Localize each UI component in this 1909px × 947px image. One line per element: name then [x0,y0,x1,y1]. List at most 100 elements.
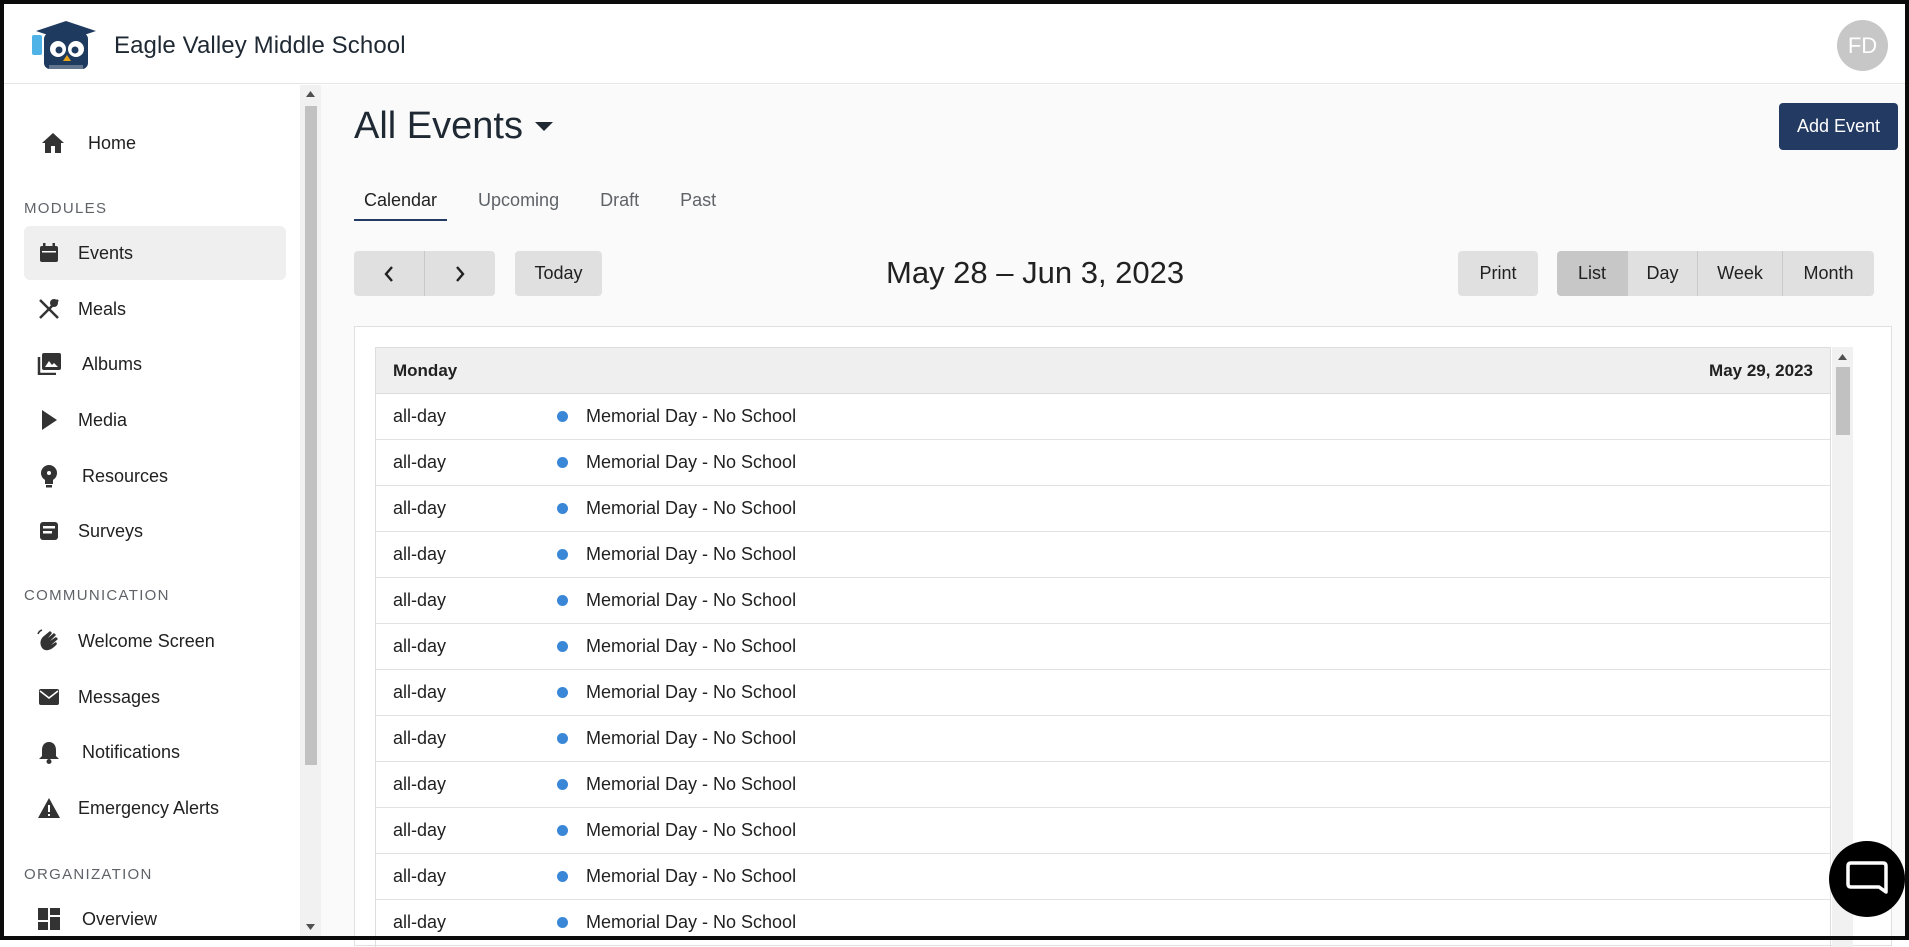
day-header: Monday May 29, 2023 [376,348,1830,394]
sidebar-item-media[interactable]: Media [24,393,286,447]
event-time: all-day [393,636,447,656]
view-list-button[interactable]: List [1557,251,1627,296]
survey-icon [36,518,62,544]
event-row[interactable]: all-day Memorial Day - No School [376,900,1830,946]
event-title[interactable]: Memorial Day - No School [586,636,796,657]
envelope-icon [36,684,62,710]
school-name[interactable]: Eagle Valley Middle School [114,32,406,60]
view-month-button[interactable]: Month [1782,251,1874,296]
sidebar-item-surveys[interactable]: Surveys [24,504,286,558]
sidebar-item-resources[interactable]: Resources [24,449,286,503]
tab-past[interactable]: Past [670,181,726,219]
sidebar-item-label: Meals [78,298,127,319]
event-dot-icon [557,825,568,836]
event-dot-icon [557,917,568,928]
sidebar-item-albums[interactable]: Albums [24,337,286,391]
warning-icon [36,795,62,821]
event-title[interactable]: Memorial Day - No School [586,406,796,427]
sidebar-item-overview[interactable]: Overview [24,892,286,936]
page-title: All Events [354,105,523,147]
event-dot-icon [557,733,568,744]
tab-draft[interactable]: Draft [590,181,649,219]
view-week-button[interactable]: Week [1697,251,1782,296]
event-title[interactable]: Memorial Day - No School [586,590,796,611]
event-filter-dropdown[interactable]: All Events [354,105,553,148]
sidebar-scrollbar-thumb[interactable] [305,106,317,765]
event-dot-icon [557,549,568,560]
event-title[interactable]: Memorial Day - No School [586,452,796,473]
dashboard-icon [36,906,62,932]
sidebar-item-home[interactable]: Home [24,116,286,170]
event-title[interactable]: Memorial Day - No School [586,682,796,703]
event-title[interactable]: Memorial Day - No School [586,820,796,841]
event-row[interactable]: all-day Memorial Day - No School [376,670,1830,716]
event-time: all-day [393,728,447,748]
calendar-card: Monday May 29, 2023 all-day Memorial Day … [354,326,1892,947]
event-row[interactable]: all-day Memorial Day - No School [376,440,1830,486]
event-row[interactable]: all-day Memorial Day - No School [376,394,1830,440]
event-title[interactable]: Memorial Day - No School [586,866,796,887]
home-icon [40,130,66,156]
chat-launcher-button[interactable] [1829,841,1905,917]
event-time: all-day [393,498,447,518]
sidebar-item-events[interactable]: Events [24,226,286,280]
day-date: May 29, 2023 [1709,360,1813,380]
event-dot-icon [557,457,568,468]
sidebar-scrollbar[interactable] [300,85,321,936]
event-title[interactable]: Memorial Day - No School [586,544,796,565]
event-time: all-day [393,866,447,886]
event-title[interactable]: Memorial Day - No School [586,498,796,519]
sidebar-item-label: Resources [82,465,169,486]
next-button[interactable] [424,251,495,296]
scroll-up-arrow-icon[interactable] [1838,354,1847,360]
event-title[interactable]: Memorial Day - No School [586,774,796,795]
user-avatar[interactable]: FD [1837,20,1888,71]
prev-button[interactable] [354,251,424,296]
event-row[interactable]: all-day Memorial Day - No School [376,808,1830,854]
chat-bubble-icon [1846,861,1888,894]
event-list: Monday May 29, 2023 all-day Memorial Day … [375,347,1831,947]
section-title-organization: ORGANIZATION [24,866,153,883]
sidebar-item-label: Messages [78,686,161,707]
main-content: All Events Add Event Calendar Upcoming D… [321,85,1905,947]
tab-upcoming[interactable]: Upcoming [468,181,569,219]
event-row[interactable]: all-day Memorial Day - No School [376,716,1830,762]
event-row[interactable]: all-day Memorial Day - No School [376,486,1830,532]
photo-album-icon [36,351,62,377]
event-title[interactable]: Memorial Day - No School [586,728,796,749]
event-list-scrollbar-thumb[interactable] [1836,367,1850,435]
day-name: Monday [393,360,458,380]
event-time: all-day [393,452,447,472]
scroll-up-arrow-icon[interactable] [306,91,315,97]
sidebar-item-label: Overview [82,908,158,929]
event-row[interactable]: all-day Memorial Day - No School [376,532,1830,578]
sidebar-item-messages[interactable]: Messages [24,670,286,724]
event-dot-icon [557,779,568,790]
today-button[interactable]: Today [515,251,602,296]
lightbulb-icon [36,463,62,489]
chevron-left-icon [384,265,393,282]
wave-hand-icon [36,628,62,654]
add-event-button[interactable]: Add Event [1779,103,1898,150]
school-owl-logo[interactable] [32,21,98,73]
event-row[interactable]: all-day Memorial Day - No School [376,854,1830,900]
event-time: all-day [393,820,447,840]
sidebar-item-label: Events [78,242,134,263]
event-time: all-day [393,590,447,610]
date-range-title: May 28 – Jun 3, 2023 [886,255,1185,290]
view-day-button[interactable]: Day [1627,251,1697,296]
sidebar-item-meals[interactable]: Meals [24,282,286,336]
chevron-right-icon [456,265,465,282]
event-row[interactable]: all-day Memorial Day - No School [376,624,1830,670]
tab-calendar[interactable]: Calendar [354,181,448,221]
sidebar-item-label: Notifications [82,741,181,762]
sidebar-item-emergency-alerts[interactable]: Emergency Alerts [24,781,286,835]
event-title[interactable]: Memorial Day - No School [586,912,796,933]
event-time: all-day [393,774,447,794]
scroll-down-arrow-icon[interactable] [306,924,315,930]
sidebar-item-welcome-screen[interactable]: Welcome Screen [24,614,286,668]
print-button[interactable]: Print [1458,251,1538,296]
sidebar-item-notifications[interactable]: Notifications [24,725,286,779]
event-row[interactable]: all-day Memorial Day - No School [376,578,1830,624]
event-row[interactable]: all-day Memorial Day - No School [376,762,1830,808]
